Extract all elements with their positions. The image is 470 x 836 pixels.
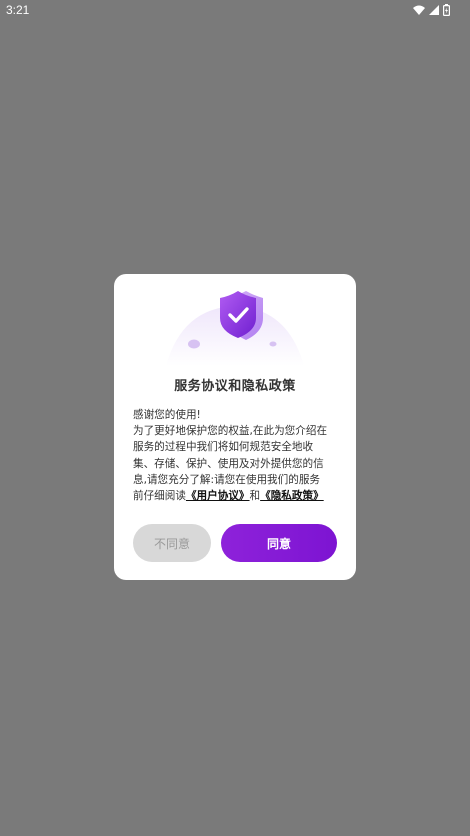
privacy-policy-link[interactable]: 《隐私政策》 (260, 490, 324, 502)
status-icons (413, 4, 450, 16)
body-line: 息,请您充分了解:请您在使用我们的服务 (133, 473, 321, 486)
body-line: 集、存储、保护、使用及对外提供您的信 (133, 457, 324, 470)
body-line: 感谢您的使用! (133, 409, 201, 421)
conjunction-text: 和 (249, 490, 261, 503)
agree-button[interactable]: 同意 (221, 524, 337, 562)
agreement-dialog: 服务协议和隐私政策 感谢您的使用! 为了更好地保护您的权益,在此为您介绍在 服务… (114, 274, 356, 580)
signal-icon (429, 5, 439, 15)
body-line: 为了更好地保护您的权益,在此为您介绍在 (133, 425, 328, 438)
battery-icon (443, 4, 450, 16)
disagree-button[interactable]: 不同意 (133, 524, 211, 562)
shield-check-icon (166, 291, 304, 366)
dialog-body: 感谢您的使用! 为了更好地保护您的权益,在此为您介绍在 服务的过程中我们将如何规… (133, 407, 339, 503)
user-agreement-link[interactable]: 《用户协议》 (186, 490, 250, 502)
body-line-links: 前仔细阅读《用户协议》和《隐私政策》 (133, 488, 339, 503)
status-time: 3:21 (6, 3, 30, 17)
read-prefix: 前仔细阅读 (133, 490, 186, 503)
status-bar: 3:21 (0, 0, 470, 22)
dialog-title: 服务协议和隐私政策 (174, 379, 296, 394)
wifi-icon (413, 5, 425, 15)
body-line: 服务的过程中我们将如何规范安全地收 (133, 441, 314, 454)
